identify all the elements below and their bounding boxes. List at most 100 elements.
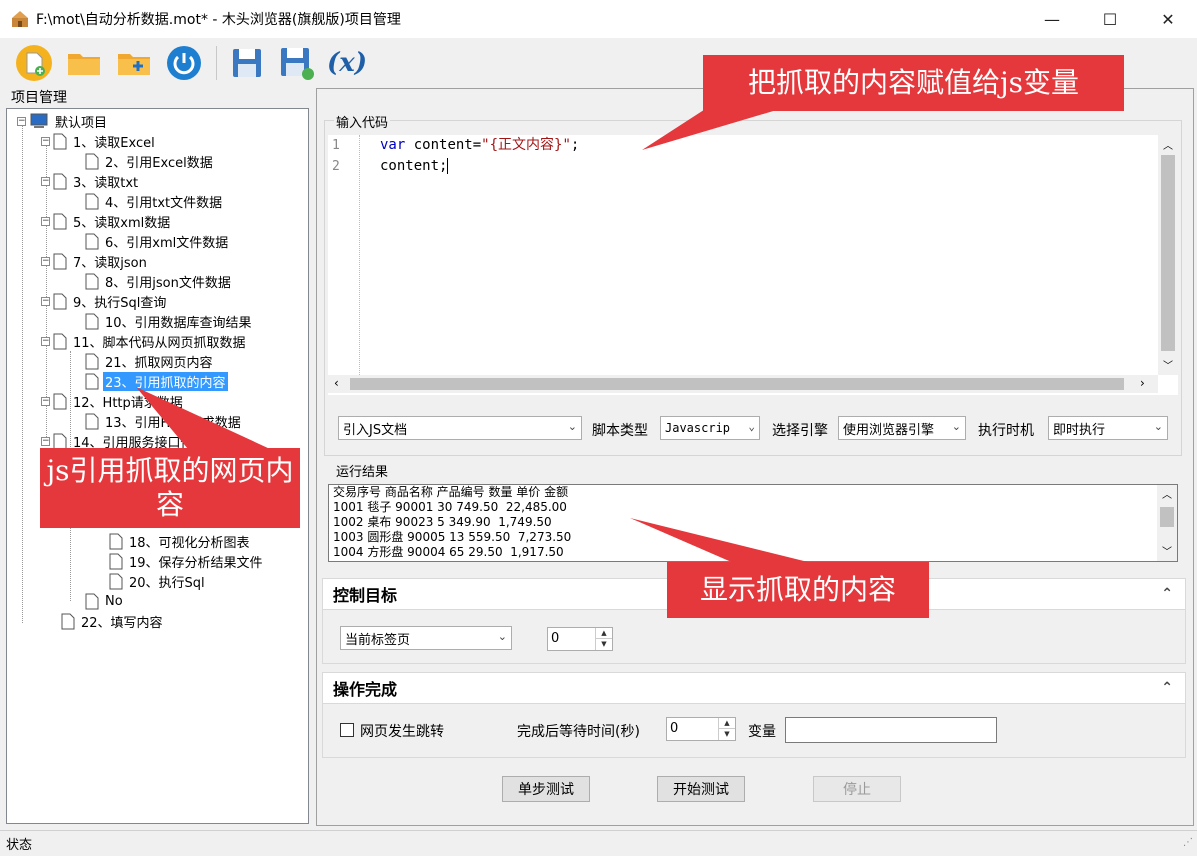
redirect-checkbox[interactable] — [340, 723, 354, 737]
tree-item-label: 19、保存分析结果文件 — [129, 555, 263, 571]
collapse-toggle[interactable]: − — [41, 336, 50, 346]
folder-add-icon — [118, 54, 150, 75]
tree-root[interactable]: − 默认项目 — [17, 111, 109, 131]
scroll-up-icon[interactable]: ︿ — [1162, 486, 1172, 501]
tree-item[interactable]: 18、可视化分析图表 — [109, 531, 252, 551]
collapse-toggle[interactable]: − — [41, 396, 50, 406]
save-as-button[interactable] — [277, 43, 317, 83]
tree-item[interactable]: 21、抓取网页内容 — [85, 351, 215, 371]
result-label: 运行结果 — [334, 461, 391, 480]
collapse-toggle[interactable]: − — [41, 176, 50, 186]
power-button[interactable] — [164, 43, 204, 83]
variable-button[interactable]: (x) — [327, 43, 367, 83]
code-horizontal-scrollbar[interactable]: ‹ › — [328, 375, 1158, 393]
app-logo-icon — [12, 11, 28, 27]
engine-label: 选择引擎 — [772, 423, 828, 439]
target-select[interactable]: 当前标签页 ⌄ — [340, 626, 512, 650]
collapse-up-icon[interactable]: ⌃ — [1161, 680, 1173, 696]
result-line: 交易序号 商品名称 产品编号 数量 单价 金额 — [333, 485, 569, 499]
code-editor[interactable]: 1 2 var content="{正文内容}"; content; ︿ ﹀ ‹… — [328, 135, 1178, 395]
add-folder-button[interactable] — [114, 43, 154, 83]
tree-item[interactable]: 10、引用数据库查询结果 — [85, 311, 254, 331]
tree-item[interactable]: No — [85, 591, 125, 611]
stepper-up-icon[interactable]: ▲ — [596, 628, 612, 639]
result-scrollbar[interactable]: ︿ ﹀ — [1157, 485, 1177, 561]
maximize-button[interactable]: ☐ — [1081, 0, 1139, 38]
minimize-button[interactable]: — — [1023, 0, 1081, 38]
step-test-button[interactable]: 单步测试 — [502, 776, 590, 802]
code-string: "{正文内容}" — [481, 137, 571, 153]
chevron-down-icon: ⌄ — [497, 630, 507, 643]
tree-item-label: 9、执行Sql查询 — [73, 295, 167, 311]
scroll-down-icon[interactable]: ﹀ — [1162, 543, 1172, 558]
scroll-up-icon[interactable]: ︿ — [1163, 137, 1173, 152]
tree-item[interactable]: − 7、读取json — [41, 251, 149, 271]
tree-item[interactable]: − 3、读取txt — [41, 171, 140, 191]
tree-item-label: 5、读取xml数据 — [73, 215, 171, 231]
import-js-select[interactable]: 引入JS文档 ⌄ — [338, 416, 582, 440]
collapse-toggle[interactable]: − — [41, 136, 50, 146]
wait-seconds-stepper[interactable]: 0 ▲ ▼ — [666, 717, 736, 741]
tree-item-label: 2、引用Excel数据 — [105, 155, 213, 171]
tree-item-label: 21、抓取网页内容 — [105, 355, 213, 371]
start-test-button[interactable]: 开始测试 — [657, 776, 745, 802]
collapse-up-icon[interactable]: ⌃ — [1161, 586, 1173, 602]
line-number: 2 — [332, 159, 340, 174]
collapse-toggle[interactable]: − — [41, 296, 50, 306]
wait-seconds-value: 0 — [670, 721, 679, 736]
tree-item[interactable]: − 1、读取Excel — [41, 131, 157, 151]
scroll-thumb[interactable] — [1160, 507, 1174, 527]
tree-item[interactable]: − 11、脚本代码从网页抓取数据 — [41, 331, 248, 351]
tree-item[interactable]: 6、引用xml文件数据 — [85, 231, 230, 251]
script-type-label: 脚本类型 — [592, 423, 648, 439]
tree-item[interactable]: 4、引用txt文件数据 — [85, 191, 224, 211]
resize-grip-icon[interactable]: ⋰ — [1183, 837, 1193, 848]
chevron-down-icon: ⌄ — [748, 420, 755, 433]
stepper-down-icon[interactable]: ▼ — [719, 729, 735, 740]
op-complete-header[interactable]: 操作完成 ⌃ — [322, 672, 1186, 704]
document-icon — [85, 593, 99, 609]
tree-item[interactable]: 8、引用json文件数据 — [85, 271, 233, 291]
engine-select[interactable]: 使用浏览器引擎 ⌄ — [838, 416, 966, 440]
open-project-button[interactable] — [64, 43, 104, 83]
tree-item[interactable]: 22、填写内容 — [61, 611, 165, 631]
status-bar: 状态 ⋰ — [0, 830, 1197, 856]
stepper-up-icon[interactable]: ▲ — [719, 718, 735, 729]
save-as-icon — [281, 48, 314, 80]
new-project-button[interactable] — [14, 43, 54, 83]
save-button[interactable] — [227, 43, 267, 83]
target-index-stepper[interactable]: 0 ▲ ▼ — [547, 627, 613, 651]
timing-select[interactable]: 即时执行 ⌄ — [1048, 416, 1168, 440]
document-icon — [53, 333, 67, 349]
tree-item[interactable]: − 9、执行Sql查询 — [41, 291, 168, 311]
callout-js-assign: 把抓取的内容赋值给js变量 — [703, 55, 1124, 111]
script-type-select[interactable]: Javascrip ⌄ — [660, 416, 760, 440]
tree-item[interactable]: 19、保存分析结果文件 — [109, 551, 265, 571]
collapse-toggle[interactable]: − — [41, 436, 50, 446]
document-icon — [85, 153, 99, 169]
window-title: F:\mot\自动分析数据.mot* - 木头浏览器(旗舰版)项目管理 — [36, 12, 401, 28]
scroll-thumb[interactable] — [1161, 155, 1175, 351]
scroll-thumb[interactable] — [350, 378, 1124, 390]
tree-item-label: 7、读取json — [73, 255, 147, 271]
code-vertical-scrollbar[interactable]: ︿ ﹀ — [1158, 135, 1178, 375]
tree-item-label: 6、引用xml文件数据 — [105, 235, 229, 251]
tree-root-label: 默认项目 — [55, 115, 108, 131]
collapse-toggle[interactable]: − — [41, 216, 50, 226]
stop-button[interactable]: 停止 — [813, 776, 901, 802]
document-icon — [53, 253, 67, 269]
stepper-down-icon[interactable]: ▼ — [596, 639, 612, 650]
tree-item[interactable]: 2、引用Excel数据 — [85, 151, 215, 171]
scroll-left-icon[interactable]: ‹ — [334, 376, 339, 390]
scroll-right-icon[interactable]: › — [1140, 376, 1145, 390]
document-icon — [53, 133, 67, 149]
document-icon — [85, 373, 99, 389]
scroll-down-icon[interactable]: ﹀ — [1163, 357, 1173, 372]
tree-item[interactable]: − 5、读取xml数据 — [41, 211, 172, 231]
collapse-toggle[interactable]: − — [41, 256, 50, 266]
callout-js-ref: js引用抓取的网页内容 — [40, 448, 300, 528]
variable-input[interactable] — [785, 717, 997, 743]
tree-item[interactable]: 20、执行Sql — [109, 571, 207, 591]
close-button[interactable]: ✕ — [1139, 0, 1197, 38]
collapse-toggle[interactable]: − — [17, 116, 26, 126]
